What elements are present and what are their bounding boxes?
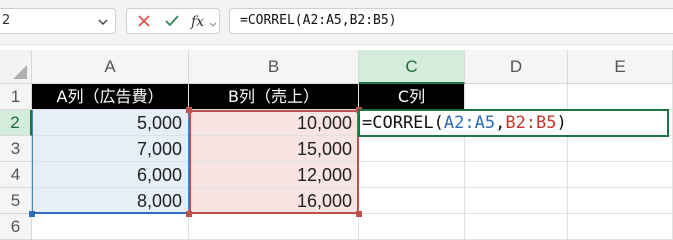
cell-b6[interactable] [189,214,359,240]
formula-input[interactable]: =CORREL(A2:A5,B2:B5) [229,8,673,34]
formula-suffix: ) [556,113,567,133]
name-box[interactable]: 2 [0,8,116,34]
cell-a6[interactable] [32,214,189,240]
cell-c4[interactable] [359,162,465,188]
range-handle[interactable] [186,107,192,113]
range-handle[interactable] [186,211,192,217]
row-header-1[interactable]: 1 [0,84,32,110]
cell-e4[interactable] [568,162,673,188]
formula-prefix: =CORREL( [362,113,444,133]
chevron-down-icon[interactable] [97,14,109,33]
column-header-d[interactable]: D [465,50,568,84]
cell-b5[interactable]: 16,000 [189,188,359,214]
row-header-4[interactable]: 4 [0,162,32,188]
worksheet-grid: A B C D E 1 2 3 4 5 6 A列（広告費） B列（売上） C列 … [0,50,673,240]
cell-c6[interactable] [359,214,465,240]
select-all-icon [13,65,27,79]
check-icon[interactable] [163,12,181,34]
formula-sep: , [495,113,506,133]
cell-a3[interactable]: 7,000 [32,136,189,162]
cell-b2[interactable]: 10,000 [189,110,359,136]
formula-text: =CORREL(A2:A5,B2:B5) [240,13,397,28]
cell-d6[interactable] [465,214,568,240]
cell-b4[interactable]: 12,000 [189,162,359,188]
cell-c5[interactable] [359,188,465,214]
fx-label: fx [191,14,205,30]
cell-e3[interactable] [568,136,673,162]
cell-d5[interactable] [465,188,568,214]
formula-tools: fx [126,8,220,34]
range-handle[interactable] [356,211,362,217]
cell-d3[interactable] [465,136,568,162]
name-box-value: 2 [2,13,11,28]
close-icon[interactable] [135,12,153,34]
cell-d1[interactable] [465,84,568,110]
column-header-b[interactable]: B [189,50,359,84]
cell-a2[interactable]: 5,000 [32,110,189,136]
cell-d4[interactable] [465,162,568,188]
row-header-3[interactable]: 3 [0,136,32,162]
cell-e5[interactable] [568,188,673,214]
column-header-c[interactable]: C [359,50,465,84]
formula-ref-a: A2:A5 [443,113,496,133]
cell-a4[interactable]: 6,000 [32,162,189,188]
cell-b3[interactable]: 15,000 [189,136,359,162]
cell-a5[interactable]: 8,000 [32,188,189,214]
cell-c2-active[interactable]: =CORREL(A2:A5,B2:B5) [358,109,669,137]
formula-ref-b: B2:B5 [505,113,557,133]
row-header-6[interactable]: 6 [0,214,32,240]
formula-bar-area: 2 fx =CORREL(A2:A5,B2:B5) [0,0,673,45]
row-header-5[interactable]: 5 [0,188,32,214]
cell-a1[interactable]: A列（広告費） [32,84,189,110]
row-header-2[interactable]: 2 [0,110,32,136]
cell-c3[interactable] [359,136,465,162]
select-all-corner[interactable] [0,50,32,84]
range-handle[interactable] [29,211,35,217]
cell-e1[interactable] [568,84,673,110]
cell-b1[interactable]: B列（売上） [189,84,359,110]
cell-c1[interactable]: C列 [359,84,465,110]
column-header-a[interactable]: A [32,50,189,84]
chevron-down-icon[interactable] [209,15,217,34]
cell-e6[interactable] [568,214,673,240]
column-header-e[interactable]: E [568,50,673,84]
